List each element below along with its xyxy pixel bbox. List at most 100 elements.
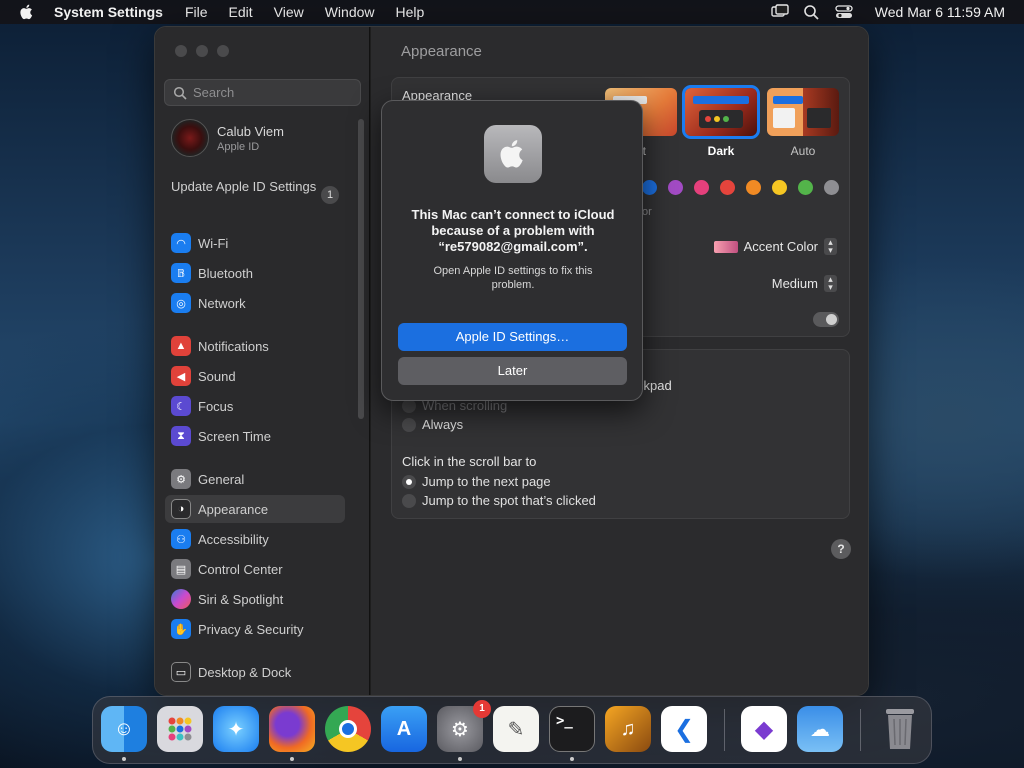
- hourglass-icon: ⧗: [171, 426, 191, 446]
- window-controls: [175, 45, 229, 57]
- apple-id-account[interactable]: Calub Viem Apple ID: [171, 119, 284, 157]
- sidebar: Search Calub Viem Apple ID Update Apple …: [155, 27, 370, 695]
- garageband-guitar-icon[interactable]: ♫: [605, 706, 651, 752]
- search-input[interactable]: Search: [164, 79, 361, 106]
- radio-jump-next-page[interactable]: Jump to the next page: [402, 474, 551, 489]
- sidebar-item-label: Wi-Fi: [198, 235, 229, 251]
- safari-compass-icon[interactable]: ✦: [213, 706, 259, 752]
- minimize-window-button[interactable]: [196, 45, 208, 57]
- menu-window[interactable]: Window: [325, 4, 375, 20]
- moon-icon: ☾: [171, 396, 191, 416]
- sidebar-item-label: General: [198, 471, 245, 487]
- sidebar-icon-size-value: Medium: [771, 276, 818, 291]
- sidebar-item-label: Control Center: [198, 561, 283, 577]
- sidebar-item-screen-time[interactable]: ⧗ Screen Time: [165, 422, 345, 450]
- accent-green-swatch[interactable]: [798, 180, 813, 195]
- sidebar-icon-size-select[interactable]: Medium ▴ ▾: [772, 275, 837, 292]
- accent-graphite-swatch[interactable]: [824, 180, 839, 195]
- bell-icon: ▲: [171, 336, 191, 356]
- account-subtitle: Apple ID: [217, 140, 260, 153]
- sidebar-item-label: Desktop & Dock: [198, 664, 292, 680]
- system-settings-gear-icon[interactable]: ⚙ 1: [437, 700, 491, 752]
- sidebar-item-desktop-dock[interactable]: ▭ Desktop & Dock: [165, 658, 345, 686]
- trash-icon[interactable]: [877, 706, 923, 752]
- sidebar-item-wifi[interactable]: ◠ Wi-Fi: [165, 229, 345, 257]
- sidebar-item-privacy-security[interactable]: ✋ Privacy & Security: [165, 615, 345, 643]
- control-center-icon[interactable]: [835, 4, 853, 20]
- radio-label: Jump to the next page: [422, 474, 551, 489]
- sidebar-item-accessibility[interactable]: ⚇ Accessibility: [165, 525, 345, 553]
- radio-always[interactable]: Always: [402, 417, 463, 432]
- sidebar-item-notifications[interactable]: ▲ Notifications: [165, 332, 345, 360]
- wallpaper-tinting-toggle[interactable]: [813, 312, 839, 327]
- sidebar-item-network[interactable]: ◎ Network: [165, 289, 345, 317]
- finder-icon[interactable]: ☺: [101, 706, 147, 752]
- zoom-window-button[interactable]: [217, 45, 229, 57]
- sidebar-item-appearance[interactable]: ◑ Appearance: [165, 495, 345, 523]
- running-indicator: [290, 757, 294, 761]
- bluetooth-icon: 𝔹: [171, 263, 191, 283]
- alert-headline: This Mac can’t connect to iCloud because…: [411, 207, 615, 254]
- accent-yellow-swatch[interactable]: [772, 180, 787, 195]
- terminal-icon[interactable]: >_: [549, 706, 595, 752]
- apple-id-settings-button[interactable]: Apple ID Settings…: [398, 323, 627, 351]
- menu-view[interactable]: View: [274, 4, 304, 20]
- highlight-color-select[interactable]: Accent Color ▴ ▾: [713, 238, 837, 255]
- apple-menu-icon[interactable]: [18, 3, 36, 21]
- sidebar-item-label: Siri & Spotlight: [198, 591, 284, 607]
- highlight-color-swatch: [713, 240, 738, 253]
- app-store-icon[interactable]: A: [381, 706, 427, 752]
- radio-label: Always: [422, 417, 464, 432]
- accent-pink-swatch[interactable]: [694, 180, 709, 195]
- sidebar-item-siri-spotlight[interactable]: Siri & Spotlight: [165, 585, 345, 613]
- dock-icon: ▭: [171, 662, 191, 682]
- spotlight-search-icon[interactable]: [803, 4, 821, 20]
- menu-clock[interactable]: Wed Mar 6 11:59 AM: [875, 4, 1005, 20]
- gear-icon: ⚙: [171, 469, 191, 489]
- update-apple-id-item[interactable]: Update Apple ID Settings 1: [171, 179, 341, 204]
- sidebar-scrollbar[interactable]: [358, 119, 364, 419]
- sidebar-item-label: Notifications: [198, 338, 269, 354]
- theme-dark-option[interactable]: Dark: [682, 85, 760, 158]
- theme-dark-label: Dark: [707, 144, 735, 158]
- menu-edit[interactable]: Edit: [229, 4, 253, 20]
- sidebar-item-control-center[interactable]: ▤ Control Center: [165, 555, 345, 583]
- account-name: Calub Viem: [217, 123, 284, 139]
- radio-label: Jump to the spot that’s clicked: [422, 493, 596, 508]
- vscode-icon[interactable]: ❮: [661, 706, 707, 752]
- sidebar-item-label: Focus: [198, 398, 234, 414]
- radio-jump-spot-clicked[interactable]: Jump to the spot that’s clicked: [402, 493, 596, 508]
- sidebar-item-bluetooth[interactable]: 𝔹 Bluetooth: [165, 259, 345, 287]
- accent-purple-swatch[interactable]: [668, 180, 683, 195]
- weather-icon[interactable]: ☁: [797, 706, 843, 752]
- visual-studio-icon[interactable]: ◆: [741, 706, 787, 752]
- theme-auto-option[interactable]: Auto: [767, 88, 839, 158]
- sidebar-item-sound[interactable]: ◀ Sound: [165, 362, 345, 390]
- accent-blue-swatch[interactable]: [642, 180, 657, 195]
- accent-red-swatch[interactable]: [720, 180, 735, 195]
- menu-app-name[interactable]: System Settings: [54, 4, 163, 20]
- help-button[interactable]: ?: [831, 539, 851, 559]
- radio-button: [402, 417, 416, 432]
- chevron-updown-icon: ▴ ▾: [824, 275, 837, 292]
- menu-help[interactable]: Help: [396, 4, 425, 20]
- menu-file[interactable]: File: [185, 4, 208, 20]
- launchpad-icon[interactable]: [157, 706, 203, 752]
- firefox-icon[interactable]: [269, 706, 315, 752]
- accent-orange-swatch[interactable]: [746, 180, 761, 195]
- theme-auto-label: Auto: [790, 144, 816, 158]
- close-window-button[interactable]: [175, 45, 187, 57]
- sidebar-item-general[interactable]: ⚙ General: [165, 465, 345, 493]
- apple-logo-icon: [484, 125, 542, 183]
- screen-mirroring-icon[interactable]: [771, 4, 789, 20]
- running-indicator: [570, 757, 574, 761]
- hand-icon: ✋: [171, 619, 191, 639]
- chrome-icon[interactable]: [325, 706, 371, 752]
- textedit-icon[interactable]: ✎: [493, 706, 539, 752]
- sidebar-item-focus[interactable]: ☾ Focus: [165, 392, 345, 420]
- appearance-icon: ◑: [171, 499, 191, 519]
- later-button[interactable]: Later: [398, 357, 627, 385]
- globe-icon: ◎: [171, 293, 191, 313]
- accessibility-icon: ⚇: [171, 529, 191, 549]
- update-apple-id-label: Update Apple ID Settings: [171, 179, 317, 194]
